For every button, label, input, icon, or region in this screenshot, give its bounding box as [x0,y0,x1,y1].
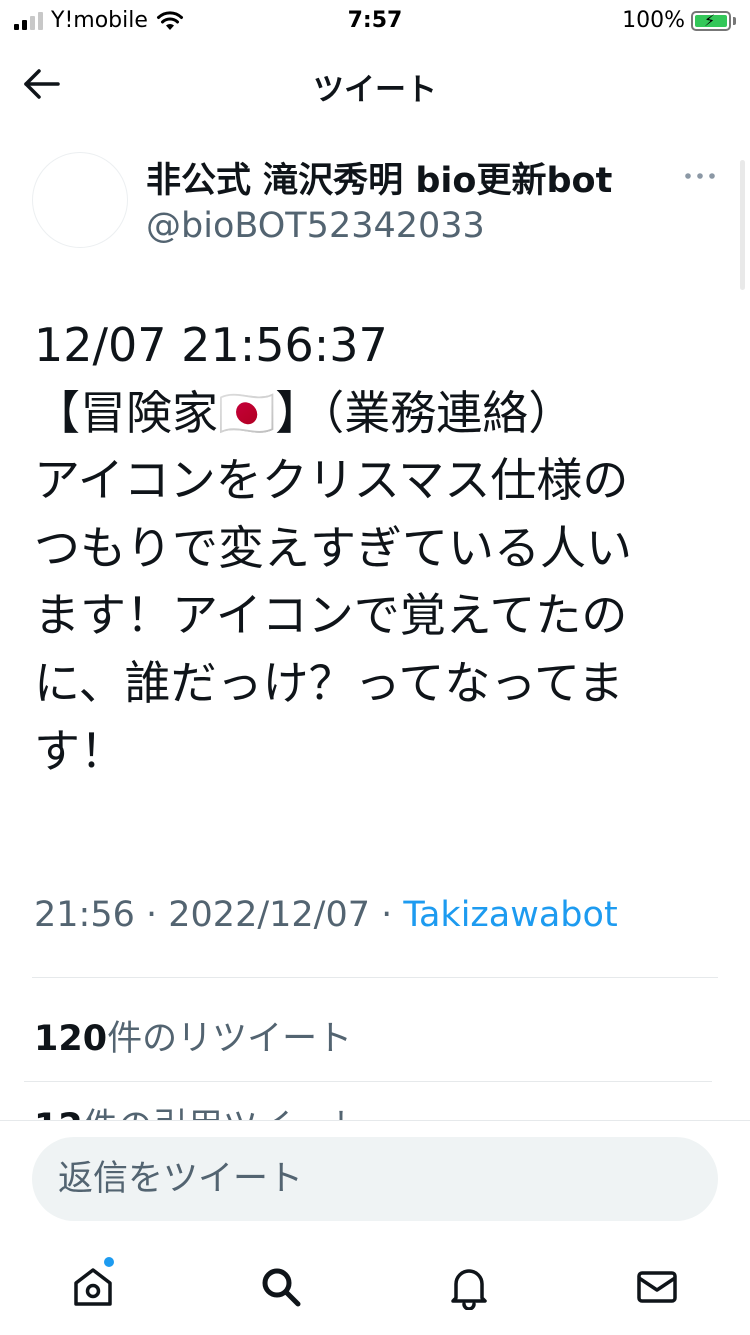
retweet-label: 件のリツイート [107,1019,353,1059]
tweet-text-line: つもりで変えすぎている人い [34,520,632,575]
divider [32,977,718,978]
tweet-text-line: す！ [34,723,126,778]
tweet-date: 2022/12/07 [168,895,370,935]
tweet-time: 21:56 [34,895,135,935]
scroll-indicator [740,160,745,290]
status-right: 100% ⚡ [622,8,736,33]
tweet-text-line: に、誰だっけ？ってなってま [34,655,624,710]
bottom-panel: 返信をツイート [0,1120,750,1335]
navigation-bar: ツイート [0,40,750,128]
notifications-icon[interactable] [446,1264,492,1310]
status-bar: Y!mobile 7:57 100% ⚡ [0,0,750,40]
page-title: ツイート [313,72,437,108]
retweet-count: 120 [34,1019,108,1059]
reply-input[interactable]: 返信をツイート [32,1137,718,1221]
tweet-source-link[interactable]: Takizawabot [403,895,617,935]
author-display-name[interactable]: 非公式 滝沢秀明 bio更新bot [146,152,612,203]
avatar[interactable] [32,152,128,248]
author-handle[interactable]: @bioBOT52342033 [146,206,485,246]
tweet-text-line: アイコンをクリスマス仕様の [34,453,629,508]
messages-icon[interactable] [634,1264,680,1310]
more-options-icon[interactable] [680,162,720,190]
tweet-text-line: 12/07 21:56:37 [34,318,388,372]
tweet-text: 12/07 21:56:37 【冒険家🇯🇵】（業務連絡） アイコンをクリスマス仕… [34,312,724,785]
home-notification-dot [104,1257,114,1267]
tweet-text-line: ます！アイコンで覚えてたの [34,588,628,643]
quote-tweets-stat[interactable]: 12件の引用ツイート [34,1098,363,1122]
meta-separator: · [134,895,169,935]
home-icon[interactable] [70,1264,116,1310]
retweets-stat[interactable]: 120件のリツイート [34,1010,352,1061]
tweet-text-line: 【冒険家🇯🇵】（業務連絡） [34,385,575,440]
search-icon[interactable] [258,1264,304,1310]
battery-percentage: 100% [622,8,685,33]
battery-charging-icon: ⚡ [691,10,731,31]
tweet-metadata: 21:56 · 2022/12/07 · Takizawabot [34,895,618,935]
divider [24,1081,712,1082]
meta-separator: · [370,895,404,935]
battery-tip [733,16,736,25]
